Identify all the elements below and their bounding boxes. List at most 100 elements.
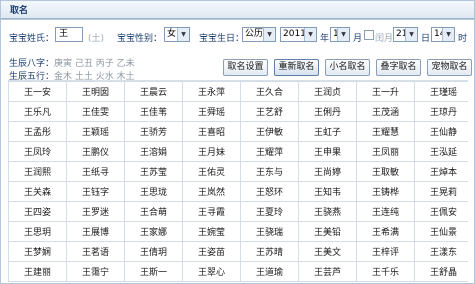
name-cell[interactable]: 王骁瑞 [240, 221, 299, 242]
name-cell[interactable]: 王艺舒 [240, 101, 299, 122]
name-cell[interactable]: 王凤玲 [8, 141, 67, 162]
name-cell[interactable]: 王孟彤 [8, 121, 67, 142]
surname-input[interactable]: 王 [55, 27, 83, 42]
surname-label: 宝宝姓氏： [9, 34, 55, 44]
name-cell[interactable]: 王美文 [298, 241, 357, 262]
table-row: 王梦娴王茗语王倩玥王姿苗王苏晴王美文王梓评王漾东王家茗 [8, 241, 468, 262]
name-cell[interactable]: 王漾东 [414, 241, 468, 262]
name-cell[interactable]: 王梦娴 [8, 241, 67, 262]
name-cell[interactable]: 王久合 [240, 81, 299, 102]
name-cell[interactable]: 王佩安 [414, 201, 468, 222]
name-cell[interactable]: 王申果 [298, 141, 357, 162]
name-cell[interactable]: 王霭宁 [66, 261, 125, 282]
name-cell[interactable]: 王焯本 [414, 161, 468, 182]
name-cell[interactable]: 王伊敏 [240, 121, 299, 142]
name-cell[interactable]: 王建丽 [8, 261, 67, 282]
name-cell[interactable]: 王耀萍 [240, 141, 299, 162]
name-cell[interactable]: 王乐凡 [8, 101, 67, 122]
name-cell[interactable]: 王茂涵 [356, 101, 415, 122]
name-cell[interactable]: 王佳苇 [124, 101, 183, 122]
name-cell[interactable]: 王瑾瑶 [414, 81, 468, 102]
name-cell[interactable]: 王润熙 [8, 161, 67, 182]
name-cell[interactable]: 王俐丹 [298, 101, 357, 122]
name-cell[interactable]: 王千乐 [356, 261, 415, 282]
naming-settings-button[interactable]: 取名设置 [223, 59, 268, 76]
name-cell[interactable]: 王梓评 [356, 241, 415, 262]
name-cell[interactable]: 王骁燕 [298, 201, 357, 222]
name-cell[interactable]: 王琼丹 [414, 101, 468, 122]
name-cell[interactable]: 王姿苗 [182, 241, 241, 262]
name-cell[interactable]: 王希满 [356, 221, 415, 242]
name-cell[interactable]: 王润贞 [298, 81, 357, 102]
name-cell[interactable]: 王苏莹 [124, 161, 183, 182]
day-select[interactable]: 21 ▼ [393, 27, 418, 42]
name-cell[interactable]: 王寻霞 [182, 201, 241, 222]
name-cell[interactable]: 王四姿 [8, 201, 67, 222]
name-cell[interactable]: 王知韦 [298, 181, 357, 202]
name-cell[interactable]: 王舒晶 [414, 261, 468, 282]
name-cell[interactable]: 王骄芳 [124, 121, 183, 142]
name-cell[interactable]: 王钰字 [66, 181, 125, 202]
name-cell[interactable]: 王舜瑶 [182, 101, 241, 122]
table-row: 王四姿王罗迷王合萌王寻霞王夏玲王骁燕王连纯王佩安王紫媚 [8, 201, 468, 222]
name-cell[interactable]: 王道瑜 [240, 261, 299, 282]
name-cell[interactable]: 王佳雯 [66, 101, 125, 122]
leap-month-checkbox[interactable] [364, 30, 374, 40]
name-cell[interactable]: 王月妹 [182, 141, 241, 162]
year-select[interactable]: 2011 ▼ [280, 27, 317, 42]
name-cell[interactable]: 王罗迷 [66, 201, 125, 222]
name-cell[interactable]: 王夏玲 [240, 201, 299, 222]
name-cell[interactable]: 王连纯 [356, 201, 415, 222]
chevron-down-icon: ▼ [304, 28, 316, 41]
name-cell[interactable]: 王关森 [8, 181, 67, 202]
name-cell[interactable]: 王尚婷 [298, 161, 357, 182]
double-char-name-button[interactable]: 叠字取名 [376, 59, 421, 76]
month-select[interactable]: 1 ▼ [330, 27, 350, 42]
name-cell[interactable]: 王凤丽 [356, 141, 415, 162]
name-cell[interactable]: 王取敏 [356, 161, 415, 182]
name-cell[interactable]: 王晨云 [124, 81, 183, 102]
name-cell[interactable]: 王鹏仪 [66, 141, 125, 162]
gender-select[interactable]: 女 ▼ [164, 27, 190, 42]
name-cell[interactable]: 王怒环 [240, 181, 299, 202]
name-cell[interactable]: 王铸桦 [356, 181, 415, 202]
name-cell[interactable]: 王溶娟 [124, 141, 183, 162]
name-cell[interactable]: 王芸芦 [298, 261, 357, 282]
name-cell[interactable]: 王斯一 [124, 261, 183, 282]
hour-select[interactable]: 14 ▼ [431, 27, 455, 42]
name-cell[interactable]: 王纸寻 [66, 161, 125, 182]
name-cell[interactable]: 王翠心 [182, 261, 241, 282]
name-cell[interactable]: 王岚然 [182, 181, 241, 202]
name-cell[interactable]: 王美铅 [298, 221, 357, 242]
name-cell[interactable]: 王展博 [66, 221, 125, 242]
name-cell[interactable]: 王泓延 [414, 141, 468, 162]
name-cell[interactable]: 王婉莹 [182, 221, 241, 242]
name-cell[interactable]: 王仙景 [414, 221, 468, 242]
name-cell[interactable]: 王颖瑶 [66, 121, 125, 142]
leap-month-label: 闰月 [375, 34, 394, 44]
table-row: 王乐凡王佳雯王佳苇王舜瑶王艺舒王俐丹王茂涵王琼丹王紫卿 [8, 101, 468, 122]
name-cell[interactable]: 王永萍 [182, 81, 241, 102]
name-cell[interactable]: 王仙静 [414, 121, 468, 142]
name-cell[interactable]: 王一安 [8, 81, 67, 102]
name-cell[interactable]: 王耀慧 [356, 121, 415, 142]
name-cell[interactable]: 王虹子 [298, 121, 357, 142]
name-cell[interactable]: 王思珑 [124, 181, 183, 202]
name-cell[interactable]: 王家娜 [124, 221, 183, 242]
name-cell[interactable]: 王合萌 [124, 201, 183, 222]
name-cell[interactable]: 王思玥 [8, 221, 67, 242]
name-cell[interactable]: 王晃莉 [414, 181, 468, 202]
name-cell[interactable]: 王东与 [240, 161, 299, 182]
name-results-grid: 王一安王明囡王晨云王永萍王久合王润贞王一升王瑾瑶王冠颐王乐凡王佳雯王佳苇王舜瑶王… [8, 80, 468, 284]
name-cell[interactable]: 王明囡 [66, 81, 125, 102]
name-cell[interactable]: 王一升 [356, 81, 415, 102]
regenerate-names-button[interactable]: 重新取名 [274, 59, 319, 76]
name-cell[interactable]: 王茗语 [66, 241, 125, 262]
name-cell[interactable]: 王苏晴 [240, 241, 299, 262]
nickname-button[interactable]: 小名取名 [325, 59, 370, 76]
name-cell[interactable]: 王倩玥 [124, 241, 183, 262]
pet-name-button[interactable]: 宠物取名 [427, 59, 472, 76]
name-cell[interactable]: 王喜昭 [182, 121, 241, 142]
calendar-select[interactable]: 公历 ▼ [242, 27, 276, 42]
name-cell[interactable]: 王佑灵 [182, 161, 241, 182]
